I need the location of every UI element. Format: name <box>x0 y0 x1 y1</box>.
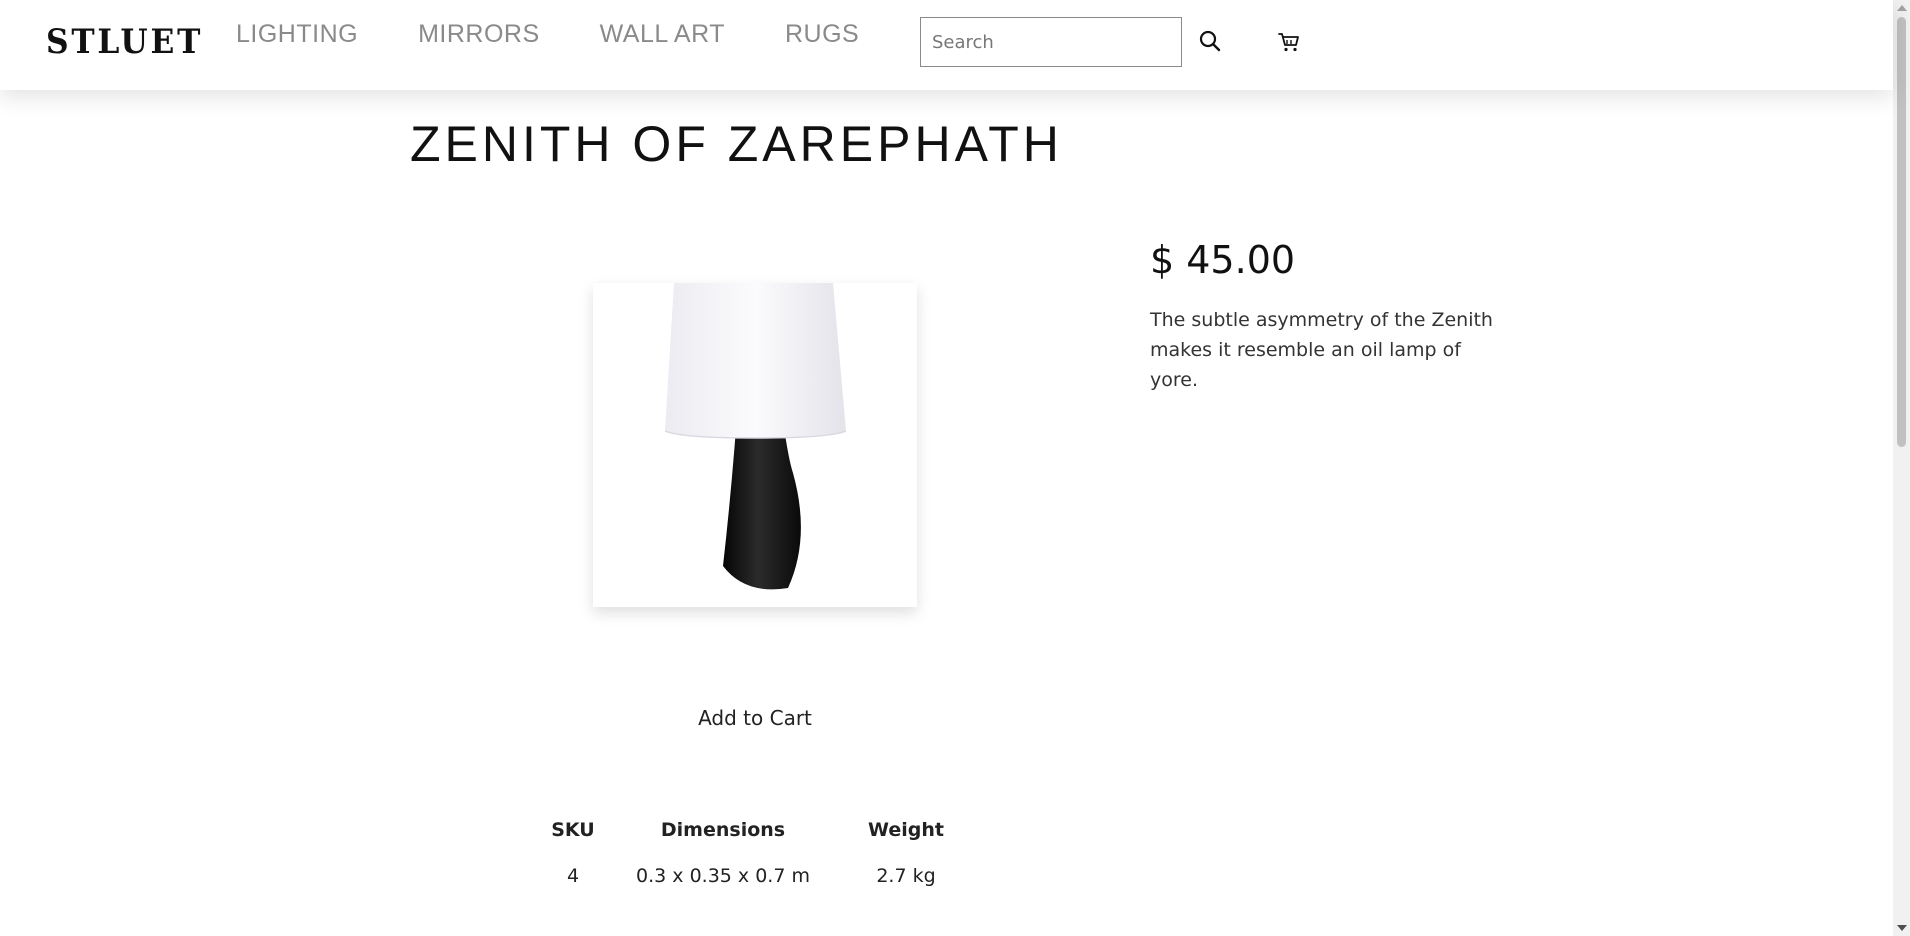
nav-wall-art[interactable]: WALL ART <box>600 20 725 49</box>
scroll-thumb[interactable] <box>1897 17 1906 447</box>
product-image <box>593 283 917 607</box>
nav-lighting[interactable]: LIGHTING <box>236 20 358 49</box>
specs-header-weight: Weight <box>868 819 944 841</box>
site-header: STLUET LIGHTING MIRRORS WALL ART RUGS <box>0 0 1893 90</box>
nav-rugs[interactable]: RUGS <box>785 20 859 49</box>
specs-value-dimensions: 0.3 x 0.35 x 0.7 m <box>636 865 810 887</box>
lamp-illustration <box>664 283 847 590</box>
specs-header-dimensions: Dimensions <box>660 819 786 841</box>
specs-header-row: SKU Dimensions Weight <box>520 810 992 850</box>
scroll-up-arrow-icon[interactable] <box>1897 5 1907 11</box>
product-title: ZENITH OF ZAREPHATH <box>410 116 1063 172</box>
nav-mirrors[interactable]: MIRRORS <box>418 20 540 49</box>
specs-value-sku: 4 <box>566 865 580 887</box>
main-nav: LIGHTING MIRRORS WALL ART RUGS <box>236 20 919 49</box>
specs-header-sku: SKU <box>551 819 595 841</box>
specs-value-weight: 2.7 kg <box>876 865 936 887</box>
product-price: $ 45.00 <box>1150 238 1296 282</box>
page-scrollbar[interactable] <box>1893 0 1910 936</box>
scroll-down-arrow-icon[interactable] <box>1897 925 1907 931</box>
cart-icon[interactable] <box>1277 30 1301 54</box>
specs-table: SKU Dimensions Weight 4 0.3 x 0.35 x 0.7… <box>520 810 992 902</box>
search-icon[interactable] <box>1197 28 1223 54</box>
add-to-cart-button[interactable]: Add to Cart <box>655 700 855 736</box>
search-input[interactable] <box>920 17 1182 67</box>
product-description: The subtle asymmetry of the Zenith makes… <box>1150 309 1493 391</box>
specs-value-row: 4 0.3 x 0.35 x 0.7 m 2.7 kg <box>520 850 992 902</box>
site-logo[interactable]: STLUET <box>46 22 203 62</box>
